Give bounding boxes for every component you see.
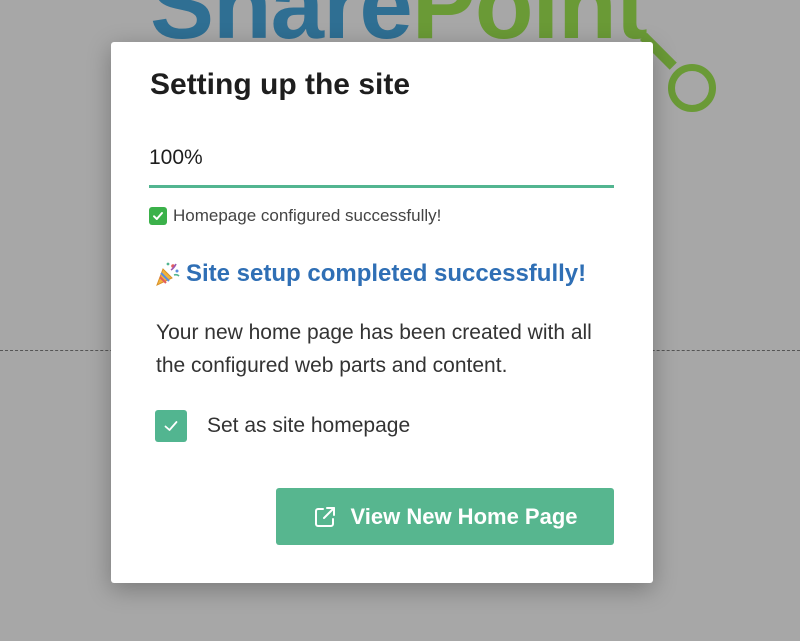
checkmark-icon — [164, 421, 178, 431]
status-message-text: Homepage configured successfully! — [173, 206, 442, 225]
status-message: Homepage configured successfully! — [149, 206, 441, 226]
set-homepage-label: Set as site homepage — [207, 414, 411, 437]
setup-dialog: Setting up the site 100% Homepage config… — [111, 42, 653, 583]
view-home-page-label: View New Home Page — [350, 503, 578, 529]
set-homepage-option[interactable]: Set as site homepage — [155, 410, 410, 442]
party-popper-icon — [154, 261, 180, 287]
success-message: Site setup completed successfully! — [154, 260, 586, 288]
view-home-page-button[interactable]: View New Home Page — [276, 488, 614, 545]
page: SharePoint r! Setting up the site 100% H… — [0, 0, 800, 641]
external-link-icon — [312, 504, 338, 530]
set-homepage-checkbox[interactable] — [155, 410, 187, 442]
progress-bar-fill — [149, 185, 614, 188]
logo-ring-decoration — [668, 64, 716, 112]
dialog-title: Setting up the site — [150, 68, 411, 101]
progress-percent: 100% — [149, 146, 203, 169]
progress-bar — [149, 185, 614, 188]
success-message-text: Site setup completed successfully! — [186, 260, 587, 287]
description-text: Your new home page has been created with… — [156, 321, 592, 377]
check-mark-icon — [149, 207, 167, 225]
